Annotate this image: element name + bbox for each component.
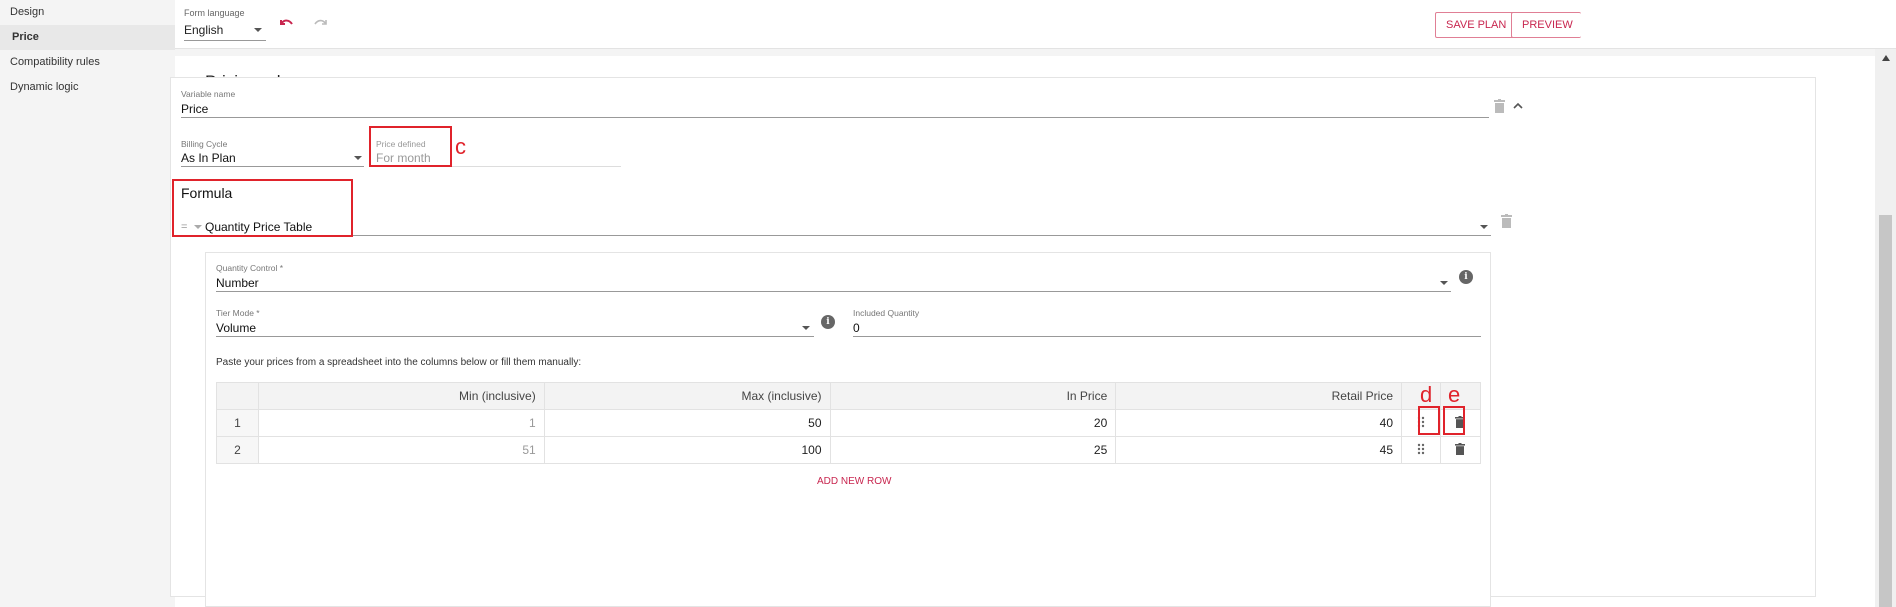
included-quantity-input[interactable]: 0 xyxy=(853,321,860,335)
delete-variable-icon[interactable] xyxy=(1494,99,1505,113)
preview-button[interactable]: PREVIEW xyxy=(1511,12,1581,38)
column-header-in-price: In Price xyxy=(829,382,1117,410)
column-header-index xyxy=(216,382,259,410)
max-cell[interactable]: 100 xyxy=(543,436,831,464)
retail-price-cell[interactable]: 40 xyxy=(1115,409,1402,437)
delete-formula-icon[interactable] xyxy=(1501,214,1512,228)
chevron-down-icon xyxy=(354,156,362,160)
table-row: 2 51 100 25 45 xyxy=(216,436,1482,464)
sidebar-item-compatibility-rules[interactable]: Compatibility rules xyxy=(0,50,175,75)
annotation-box-formula xyxy=(172,179,353,237)
included-quantity-underline xyxy=(853,336,1481,337)
paste-instructions: Paste your prices from a spreadsheet int… xyxy=(216,357,582,368)
chevron-down-icon xyxy=(1440,281,1448,285)
column-header-min: Min (inclusive) xyxy=(257,382,545,410)
undo-icon[interactable] xyxy=(277,14,295,32)
form-language-value: English xyxy=(184,23,224,37)
annotation-label-e: e xyxy=(1448,382,1461,407)
annotation-box-d xyxy=(1418,406,1440,435)
sidebar-item-dynamic-logic[interactable]: Dynamic logic xyxy=(0,75,175,100)
tier-mode-label: Tier Mode * xyxy=(216,308,260,318)
billing-cycle-label: Billing Cycle xyxy=(181,139,228,149)
min-cell: 1 xyxy=(257,409,545,437)
min-cell: 51 xyxy=(257,436,545,464)
info-icon[interactable]: i xyxy=(821,315,835,329)
variable-name-label: Variable name xyxy=(181,89,236,99)
table-header-row: Min (inclusive) Max (inclusive) In Price… xyxy=(216,382,1482,410)
annotation-box-e xyxy=(1443,406,1465,435)
included-quantity-label: Included Quantity xyxy=(853,308,920,318)
scroll-up-arrow-icon[interactable] xyxy=(1882,55,1890,61)
top-bar: Form language English SAVE PLAN PREVIEW xyxy=(175,0,1896,49)
info-icon[interactable]: i xyxy=(1459,270,1473,284)
chevron-down-icon xyxy=(254,28,262,32)
form-language-select[interactable]: English xyxy=(184,21,266,41)
sidebar-item-price[interactable]: Price xyxy=(0,25,175,50)
price-table: Min (inclusive) Max (inclusive) In Price… xyxy=(216,382,1482,464)
formula-underline xyxy=(175,235,1491,236)
annotation-label-c: c xyxy=(455,134,466,159)
row-index: 2 xyxy=(216,436,259,464)
retail-price-cell[interactable]: 45 xyxy=(1115,436,1402,464)
billing-cycle-underline xyxy=(181,166,364,167)
annotation-box-c xyxy=(369,126,452,167)
quantity-control-underline xyxy=(216,291,1451,292)
collapse-chevron-icon[interactable] xyxy=(1512,100,1524,112)
sidebar: Design Price Compatibility rules Dynamic… xyxy=(0,0,175,607)
max-cell[interactable]: 50 xyxy=(543,409,831,437)
sidebar-item-design[interactable]: Design xyxy=(0,0,175,25)
in-price-cell[interactable]: 25 xyxy=(829,436,1117,464)
scrollbar-thumb[interactable] xyxy=(1879,215,1892,607)
redo-icon[interactable] xyxy=(312,14,330,32)
table-row: 1 1 50 20 40 xyxy=(216,409,1482,437)
quantity-control-label: Quantity Control * xyxy=(216,263,284,273)
variable-name-input[interactable]: Price xyxy=(181,102,208,116)
chevron-down-icon[interactable] xyxy=(1480,225,1488,229)
drag-handle-icon[interactable] xyxy=(1417,443,1425,455)
in-price-cell[interactable]: 20 xyxy=(829,409,1117,437)
quantity-control-select[interactable]: Number xyxy=(216,276,259,290)
billing-cycle-select[interactable]: As In Plan xyxy=(181,151,236,165)
variable-name-underline xyxy=(181,117,1489,118)
save-plan-button[interactable]: SAVE PLAN xyxy=(1435,12,1518,38)
column-header-retail-price: Retail Price xyxy=(1115,382,1402,410)
annotation-label-d: d xyxy=(1420,382,1433,407)
add-new-row-button[interactable]: ADD NEW ROW xyxy=(817,476,891,487)
tier-mode-select[interactable]: Volume xyxy=(216,321,256,335)
chevron-down-icon xyxy=(802,326,810,330)
delete-row-icon[interactable] xyxy=(1455,442,1466,455)
column-header-max: Max (inclusive) xyxy=(543,382,831,410)
tier-mode-underline xyxy=(216,336,814,337)
row-index: 1 xyxy=(216,409,259,437)
form-language-label: Form language xyxy=(184,8,245,18)
